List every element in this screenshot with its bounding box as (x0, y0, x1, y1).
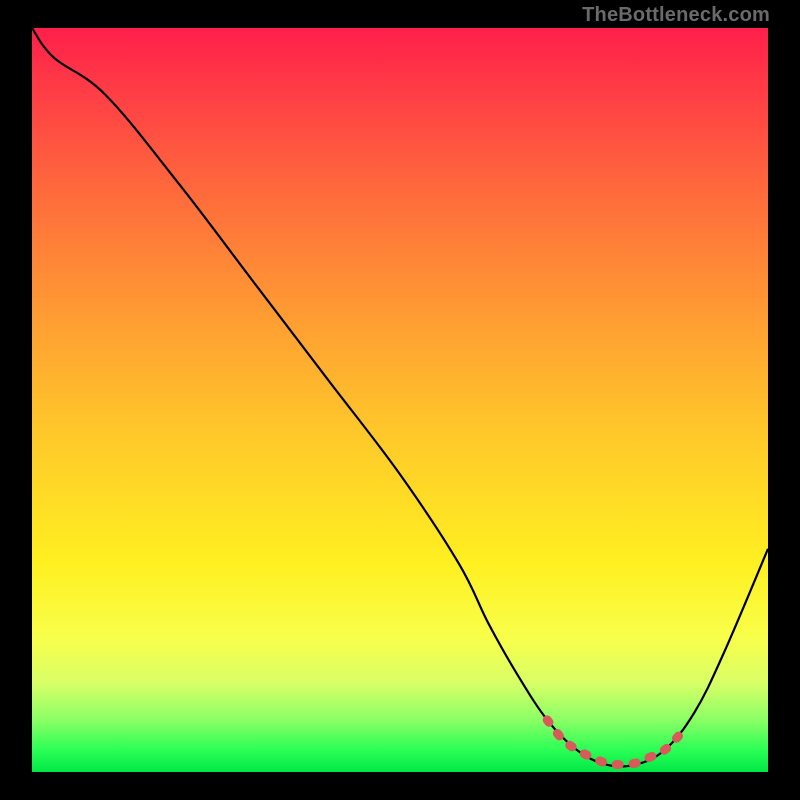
bottleneck-curve-svg (32, 28, 768, 772)
bottleneck-curve-path (32, 28, 768, 767)
optimal-zone-path (547, 720, 680, 765)
chart-area (32, 28, 768, 772)
attribution-text: TheBottleneck.com (582, 4, 770, 27)
